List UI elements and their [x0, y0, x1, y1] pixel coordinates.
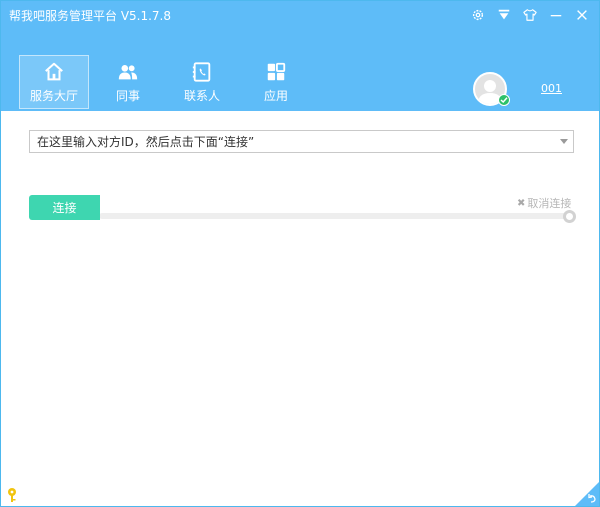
dropdown-arrow-icon: [498, 9, 510, 20]
chevron-down-icon[interactable]: [560, 139, 568, 145]
connect-button[interactable]: 连接: [29, 195, 100, 220]
nav-item-service-hall[interactable]: 服务大厅: [19, 55, 89, 109]
nav-label: 应用: [263, 88, 288, 103]
key-icon[interactable]: [5, 487, 19, 503]
window-title: 帮我吧服务管理平台 V5.1.7.8: [9, 9, 172, 23]
contacts-icon: [192, 61, 211, 82]
partner-id-input[interactable]: [30, 131, 573, 152]
connect-progress-knob: [563, 210, 576, 223]
close-icon: ✖: [517, 197, 526, 209]
menu-button[interactable]: [493, 5, 515, 25]
minimize-icon: [550, 15, 562, 17]
header-bar: 帮我吧服务管理平台 V5.1.7.8 服务大厅 同事 联系人 应用 001: [1, 1, 599, 111]
tshirt-icon: [523, 9, 537, 21]
connect-progress-track: [99, 213, 573, 219]
nav-label: 同事: [115, 88, 140, 103]
cancel-connect-label: 取消连接: [527, 197, 572, 210]
check-icon: [500, 97, 508, 104]
resize-corner-icon[interactable]: [575, 482, 599, 506]
close-button[interactable]: [571, 5, 593, 25]
cancel-connect-link[interactable]: ✖ 取消连接: [517, 195, 571, 211]
apps-icon: [267, 62, 286, 80]
main-nav: 服务大厅 同事 联系人 应用: [19, 55, 311, 109]
user-id-link[interactable]: 001: [541, 82, 562, 95]
colleagues-icon: [118, 64, 138, 79]
partner-id-combobox: [29, 130, 574, 153]
close-icon: [577, 10, 587, 20]
nav-item-contacts[interactable]: 联系人: [167, 55, 237, 109]
window-controls: [467, 5, 593, 25]
settings-button[interactable]: [467, 5, 489, 25]
skin-button[interactable]: [519, 5, 541, 25]
gear-icon: [472, 9, 484, 21]
home-icon: [45, 62, 63, 80]
app-window: 帮我吧服务管理平台 V5.1.7.8 服务大厅 同事 联系人 应用 001 在这…: [0, 0, 600, 507]
nav-item-apps[interactable]: 应用: [241, 55, 311, 109]
nav-label: 服务大厅: [29, 88, 78, 103]
minimize-button[interactable]: [545, 5, 567, 25]
nav-item-colleagues[interactable]: 同事: [93, 55, 163, 109]
nav-label: 联系人: [183, 88, 220, 103]
online-status-badge: [498, 94, 510, 106]
